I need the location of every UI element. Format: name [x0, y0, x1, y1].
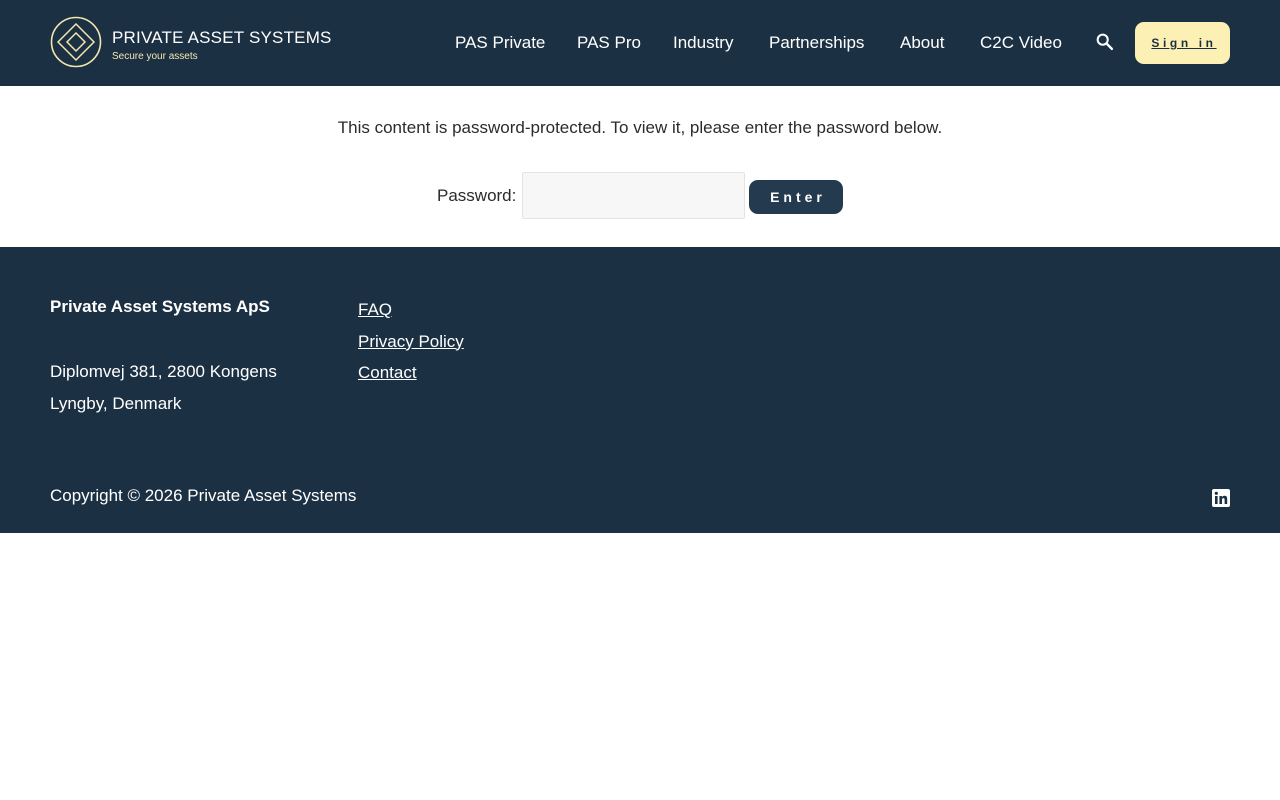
site-header: PRIVATE ASSET SYSTEMS Secure your assets…: [0, 0, 1280, 86]
nav-item-pas-private[interactable]: PAS Private: [455, 32, 545, 54]
password-label: Password:: [437, 186, 517, 205]
copyright-text: Copyright © 2026 Private Asset Systems: [50, 486, 357, 505]
password-protected-message: This content is password-protected. To v…: [337, 118, 943, 137]
site-footer: Private Asset Systems ApS Diplomvej 381,…: [0, 247, 1280, 533]
nav-item-partnerships[interactable]: Partnerships: [769, 32, 864, 54]
nav-item-about[interactable]: About: [900, 32, 944, 54]
footer-links: FAQ Privacy Policy Contact: [358, 294, 464, 389]
linkedin-icon[interactable]: [1212, 489, 1230, 507]
company-address: Diplomvej 381, 2800 Kongens Lyngby, Denm…: [50, 362, 277, 413]
company-name: Private Asset Systems ApS: [50, 297, 270, 316]
search-icon[interactable]: [1094, 31, 1116, 53]
enter-button[interactable]: Enter: [749, 180, 843, 214]
nav-item-c2c-video[interactable]: C2C Video: [980, 32, 1062, 54]
main-nav: PAS Private PAS Pro Industry Partnership…: [0, 0, 1280, 86]
password-input[interactable]: [522, 172, 745, 219]
nav-item-industry[interactable]: Industry: [673, 32, 733, 54]
footer-link-contact[interactable]: Contact: [358, 357, 464, 389]
signin-button[interactable]: Sign in: [1135, 22, 1230, 64]
nav-item-pas-pro[interactable]: PAS Pro: [577, 32, 641, 54]
footer-link-privacy-policy[interactable]: Privacy Policy: [358, 326, 464, 358]
footer-link-faq[interactable]: FAQ: [358, 294, 464, 326]
